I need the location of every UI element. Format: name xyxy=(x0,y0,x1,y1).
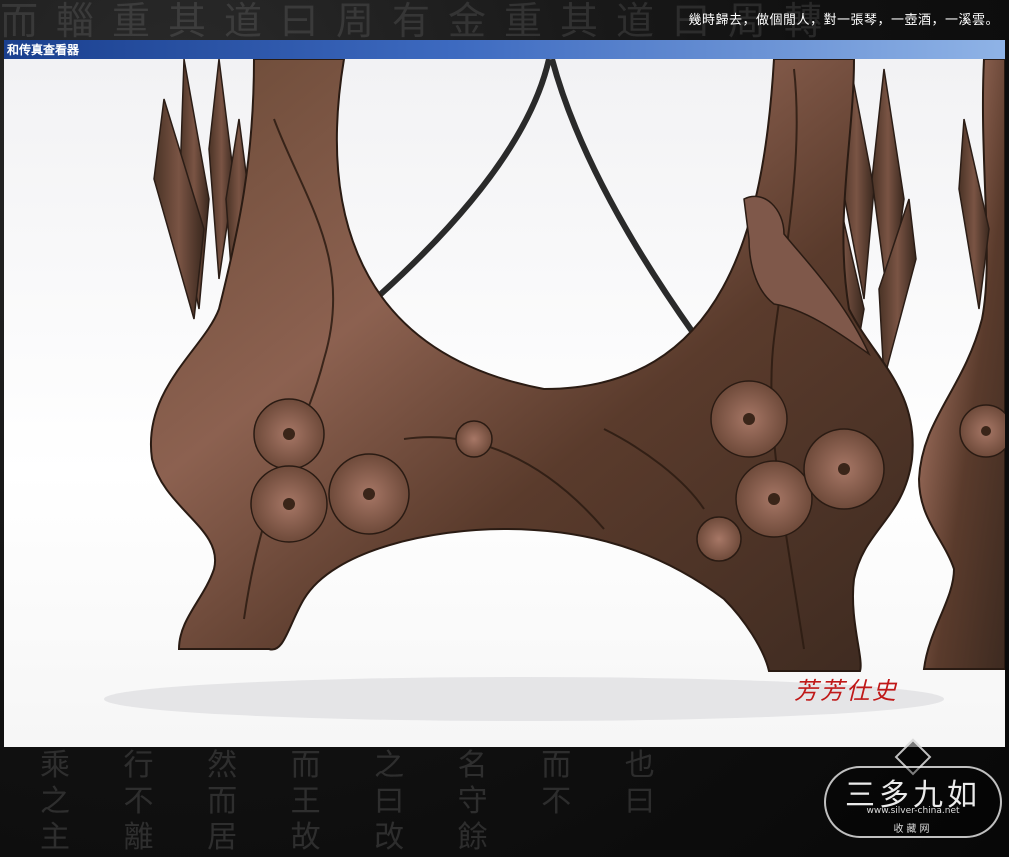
silver-stand-photo xyxy=(104,59,1005,721)
logo-url: www.silver-china.net xyxy=(866,806,960,816)
viewer-canvas[interactable]: 芳芳仕史 xyxy=(4,59,1005,747)
header-tagline: 幾時歸去，做個閒人，對一張琴，一壺酒，一溪雲。 xyxy=(688,13,999,28)
page: 而輜重其道曰周有金重其道曰周轉 幾時歸去，做個閒人，對一張琴，一壺酒，一溪雲。 … xyxy=(0,0,1009,857)
viewer-title: 和传真查看器 xyxy=(7,43,80,57)
stand-body xyxy=(149,59,914,672)
site-logo[interactable]: 三多九如 www.silver-china.net 收藏网 xyxy=(824,738,1004,852)
logo-subtitle: 收藏网 xyxy=(893,824,933,835)
viewer-titlebar[interactable]: 和传真查看器 xyxy=(4,40,1005,59)
artist-seal: 芳芳仕史 xyxy=(794,677,898,705)
